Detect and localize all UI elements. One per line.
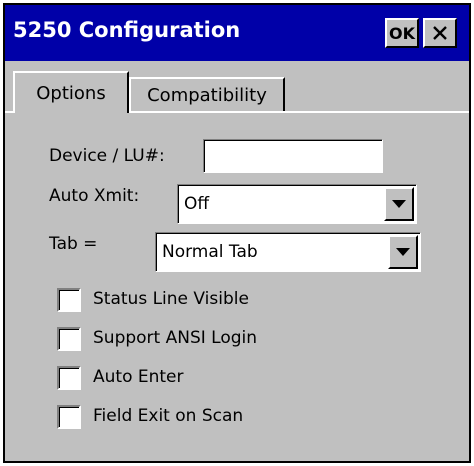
status-line-checkbox[interactable] [57,288,81,312]
status-line-label: Status Line Visible [93,289,249,309]
title-bar: 5250 Configuration OK [5,5,469,61]
auto-xmit-dropdown-button[interactable] [384,187,414,221]
tab-value: Normal Tab [162,242,258,262]
field-exit-checkbox[interactable] [57,405,81,429]
tab-label: Tab = [49,234,98,254]
chevron-down-icon [392,200,406,208]
ansi-login-label: Support ANSI Login [93,328,258,348]
tab-bar: Compatibility Options [5,61,469,113]
config-window: 5250 Configuration OK Compatibility Opti… [3,3,471,463]
tab-compatibility[interactable]: Compatibility [129,77,285,111]
window-title: 5250 Configuration [13,18,241,42]
chevron-down-icon [396,248,410,256]
tab-select[interactable]: Normal Tab [155,232,421,272]
tab-options[interactable]: Options [13,71,129,113]
ok-button[interactable]: OK [385,18,419,48]
close-icon [433,26,447,40]
auto-xmit-label: Auto Xmit: [49,186,140,206]
device-label: Device / LU#: [49,146,165,166]
ansi-login-checkbox[interactable] [57,327,81,351]
field-exit-label: Field Exit on Scan [93,406,244,426]
device-field[interactable] [203,139,383,173]
auto-enter-label: Auto Enter [93,367,184,387]
auto-enter-checkbox[interactable] [57,366,81,390]
tab-dropdown-button[interactable] [388,235,418,269]
auto-xmit-select[interactable]: Off [177,184,417,224]
auto-xmit-value: Off [184,194,210,214]
close-button[interactable] [423,18,457,48]
